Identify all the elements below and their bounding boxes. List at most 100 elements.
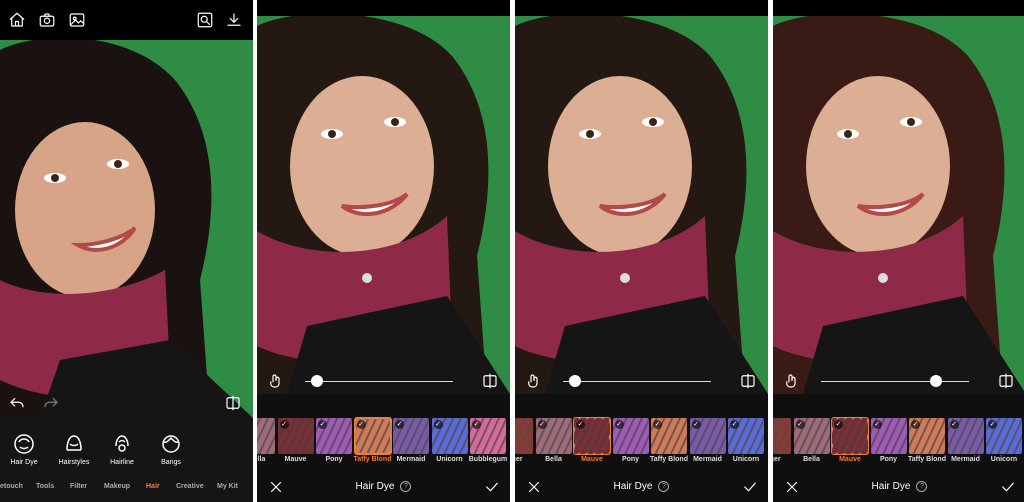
swatch-label: Pony — [879, 456, 898, 463]
swatch-bella[interactable]: ✓ — [257, 418, 275, 454]
swatch-pony[interactable]: ✓ — [612, 418, 649, 454]
check-icon: ✓ — [356, 420, 366, 429]
compare-icon[interactable] — [737, 370, 759, 392]
hairline-icon — [110, 432, 134, 456]
swatch-mauve[interactable]: ✓ — [277, 418, 314, 454]
swatch-pony[interactable]: ✓ — [870, 418, 907, 454]
brush-hand-icon[interactable] — [781, 370, 803, 392]
intensity-slider-knob[interactable] — [930, 375, 943, 387]
swatch-label: Mermaid — [693, 456, 722, 463]
hair-color-swatches: ✓ Bella ✓ Mauve ✓ Pony ✓ Taffy Blond ✓ M… — [257, 414, 510, 466]
swatch-unicorn[interactable]: ✓ — [431, 418, 468, 454]
bottom-bar: Hair Dye? — [773, 472, 1024, 502]
swatch-bella[interactable]: ✓ — [793, 418, 830, 454]
swatch-taffy-blond[interactable]: ✓ — [651, 418, 687, 454]
tool-bangs[interactable]: Bangs — [151, 432, 191, 466]
tool-label: Hairstyles — [58, 459, 90, 466]
swatch-label: Taffy Blond — [650, 456, 688, 463]
check-icon: ✓ — [795, 420, 805, 429]
photo-canvas[interactable] — [773, 16, 1024, 394]
swatch-mermaid[interactable]: ✓ — [947, 418, 984, 454]
swatch-label: Mauve — [284, 456, 307, 463]
photo-canvas[interactable] — [257, 16, 510, 394]
intensity-slider-track[interactable] — [563, 381, 711, 382]
help-icon[interactable]: ? — [916, 481, 928, 492]
brush-hand-icon[interactable] — [265, 370, 287, 392]
check-icon: ✓ — [576, 420, 585, 429]
swatch-mauve[interactable]: ✓ — [831, 417, 869, 455]
brush-hand-icon[interactable] — [523, 370, 545, 392]
check-icon: ✓ — [730, 420, 739, 429]
hairstyles-icon — [62, 432, 86, 456]
gallery-icon[interactable] — [66, 9, 88, 31]
header-bar — [773, 0, 1024, 16]
hair-color-swatches: ✓ nger ✓ Bella ✓ Mauve ✓ Pony ✓ Taffy Bl… — [515, 414, 768, 466]
tab-creative[interactable]: Creative — [176, 483, 204, 490]
panel-hair-dye-2: ✓ nger ✓ Bella ✓ Mauve ✓ Pony ✓ Taffy Bl… — [515, 0, 768, 502]
tab-retouch[interactable]: etouch — [0, 483, 23, 490]
intensity-slider-track[interactable] — [821, 381, 969, 382]
intensity-slider-knob[interactable] — [310, 375, 323, 387]
help-icon[interactable]: ? — [658, 481, 670, 492]
bottom-bar: Hair Dye? — [515, 472, 768, 502]
tab-makeup[interactable]: Makeup — [104, 483, 130, 490]
swatch-mermaid[interactable]: ✓ — [689, 418, 726, 454]
intensity-slider-track[interactable] — [305, 381, 453, 382]
tab-tools[interactable]: Tools — [36, 483, 54, 490]
tool-hairline[interactable]: Hairline — [102, 432, 142, 466]
swatch-label: Mermaid — [951, 456, 980, 463]
photo-canvas[interactable] — [515, 16, 768, 394]
swatch-mermaid[interactable]: ✓ — [393, 418, 429, 454]
swatch-unicorn[interactable]: ✓ — [728, 418, 764, 454]
check-icon: ✓ — [537, 420, 547, 429]
check-icon: ✓ — [911, 420, 920, 429]
compare-icon[interactable] — [479, 370, 501, 392]
swatch-bubblegum[interactable]: ✓ — [470, 418, 506, 454]
hair-toolbar: Hair Dye Hairstyles Hairline Bangs etouc… — [0, 418, 253, 502]
help-icon[interactable]: ? — [400, 481, 412, 492]
swatch-pony[interactable]: ✓ — [316, 418, 352, 454]
swatch-label: Taffy Blond — [353, 456, 392, 463]
swatch-nger[interactable]: ✓ — [515, 418, 533, 454]
swatch-nger[interactable]: ✓ — [773, 418, 791, 454]
header-bar — [257, 0, 510, 16]
compare-icon[interactable] — [222, 392, 244, 414]
redo-icon[interactable] — [40, 392, 62, 414]
check-icon: ✓ — [279, 420, 289, 429]
swatch-unicorn[interactable]: ✓ — [986, 418, 1022, 454]
check-icon: ✓ — [834, 420, 843, 429]
tab-hair[interactable]: Hair — [146, 483, 160, 490]
tab-filter[interactable]: Filter — [70, 483, 87, 490]
download-icon[interactable] — [223, 9, 245, 31]
top-bar — [0, 0, 253, 40]
intensity-slider-knob[interactable] — [568, 375, 581, 387]
undo-icon[interactable] — [6, 392, 28, 414]
check-icon: ✓ — [691, 420, 701, 429]
photo-canvas[interactable] — [0, 40, 253, 418]
swatch-label: Bella — [803, 456, 820, 463]
check-icon: ✓ — [988, 420, 997, 429]
check-icon: ✓ — [318, 420, 327, 429]
tab-my-kit[interactable]: My Kit — [217, 483, 238, 490]
hair-color-swatches: ✓ nger ✓ Bella ✓ Mauve ✓ Pony ✓ Taffy Bl… — [773, 414, 1024, 466]
swatch-bella[interactable]: ✓ — [535, 418, 572, 454]
search-photo-icon[interactable] — [194, 9, 216, 31]
confirm-check-icon[interactable] — [739, 476, 761, 498]
swatch-taffy-blond[interactable]: ✓ — [353, 417, 392, 455]
confirm-check-icon[interactable] — [997, 476, 1019, 498]
confirm-check-icon[interactable] — [481, 476, 503, 498]
swatch-label: Unicorn — [990, 456, 1018, 463]
tool-hairstyles[interactable]: Hairstyles — [54, 432, 94, 466]
camera-icon[interactable] — [36, 9, 58, 31]
tool-hair-dye[interactable]: Hair Dye — [4, 432, 44, 466]
swatch-taffy-blond[interactable]: ✓ — [909, 418, 945, 454]
check-icon: ✓ — [872, 420, 882, 429]
intensity-slider-row — [773, 362, 1024, 400]
check-icon: ✓ — [433, 420, 443, 429]
check-icon: ✓ — [395, 420, 404, 429]
compare-icon[interactable] — [995, 370, 1017, 392]
check-icon: ✓ — [472, 420, 481, 429]
check-icon: ✓ — [614, 420, 624, 429]
swatch-mauve[interactable]: ✓ — [573, 417, 611, 455]
home-icon[interactable] — [6, 9, 28, 31]
